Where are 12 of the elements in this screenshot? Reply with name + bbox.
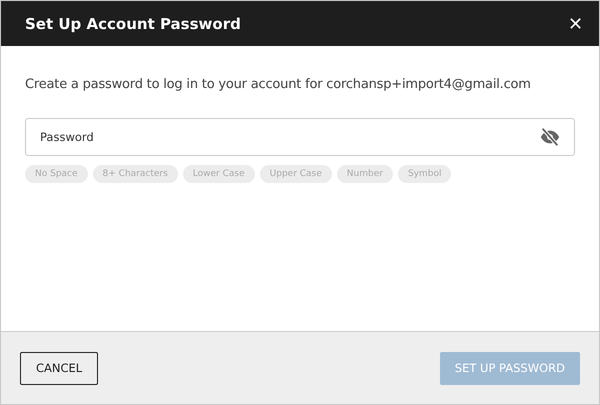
requirement-chip: Upper Case [260,165,332,183]
requirement-chip: Lower Case [182,165,255,183]
password-field[interactable]: Password [25,118,575,156]
eye-slash-icon[interactable] [539,126,561,148]
requirement-chip: Symbol [398,165,452,183]
close-button[interactable]: ✕ [564,12,587,34]
instruction-text: Create a password to log in to your account for corchansp+import4@gmail.com [25,77,532,92]
requirement-chip: No Space [25,165,88,183]
requirement-chip: Number [336,165,393,183]
dialog-title: Set Up Account Password [25,14,241,32]
requirement-chip: 8+ Characters [92,165,178,183]
cancel-button[interactable]: CANCEL [20,352,98,384]
